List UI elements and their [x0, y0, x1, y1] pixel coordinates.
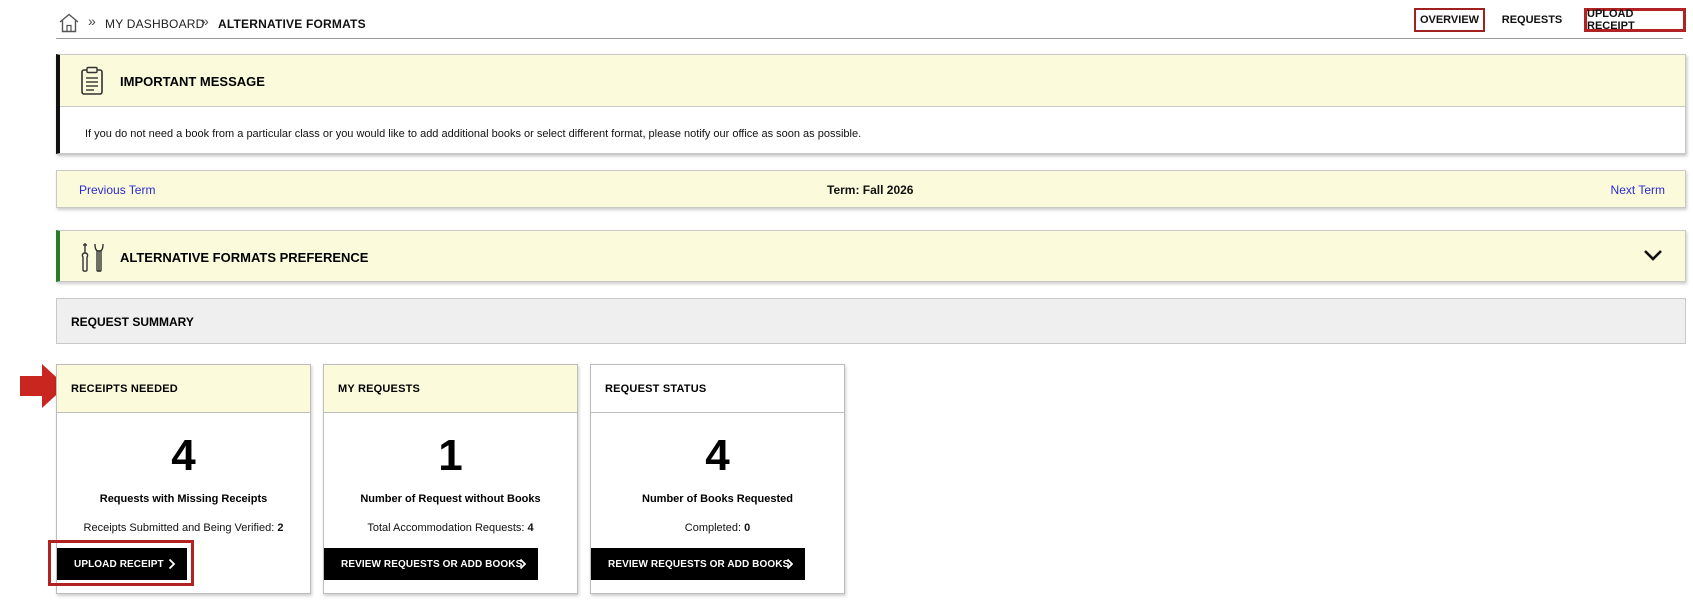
- nav-requests[interactable]: REQUESTS: [1502, 8, 1563, 32]
- card-count: 4: [171, 431, 196, 480]
- chevron-right-icon: [519, 558, 527, 570]
- upload-receipt-highlight: [48, 540, 194, 586]
- card-label: Requests with Missing Receipts: [99, 493, 268, 505]
- previous-term-link[interactable]: Previous Term: [79, 183, 155, 197]
- term-selector: Previous Term Term: Fall 2026 Next Term: [56, 170, 1686, 208]
- card-title: MY REQUESTS: [338, 383, 421, 395]
- nav-upload-receipt[interactable]: UPLOAD RECEIPT: [1584, 8, 1686, 32]
- card-sub-value: 2: [277, 522, 284, 534]
- review-requests-button[interactable]: REVIEW REQUESTS OR ADD BOOKS: [324, 548, 538, 580]
- breadcrumb-separator: »: [201, 13, 209, 29]
- alternative-formats-preference-panel[interactable]: ALTERNATIVE FORMATS PREFERENCE: [56, 230, 1686, 282]
- card-sub-label-text: Receipts Submitted and Being Verified:: [83, 522, 275, 534]
- card-sub-label: Total Accommodation Requests: 4: [324, 522, 577, 534]
- button-label: REVIEW REQUESTS OR ADD BOOKS: [608, 558, 790, 570]
- request-summary-title: REQUEST SUMMARY: [71, 315, 194, 329]
- review-requests-button[interactable]: REVIEW REQUESTS OR ADD BOOKS: [591, 548, 805, 580]
- card-sub-label: Completed: 0: [591, 522, 844, 534]
- card-label: Number of Books Requested: [642, 493, 793, 505]
- card-sub-value: 0: [744, 522, 751, 534]
- card-header: RECEIPTS NEEDED: [57, 365, 310, 413]
- request-summary-header: REQUEST SUMMARY: [56, 298, 1686, 344]
- next-term-link[interactable]: Next Term: [1611, 183, 1665, 197]
- clipboard-icon: [81, 66, 103, 95]
- card-sub-value: 4: [527, 522, 534, 534]
- chevron-down-icon[interactable]: [1643, 248, 1663, 262]
- home-icon[interactable]: [58, 13, 80, 33]
- nav-overview[interactable]: OVERVIEW: [1414, 8, 1485, 32]
- chevron-right-icon: [786, 558, 794, 570]
- preference-title: ALTERNATIVE FORMATS PREFERENCE: [120, 250, 369, 265]
- breadcrumb-my-dashboard[interactable]: MY DASHBOARD: [105, 17, 205, 31]
- card-sub-label-text: Completed:: [684, 522, 742, 534]
- card-label: Number of Request without Books: [360, 493, 541, 505]
- button-label: REVIEW REQUESTS OR ADD BOOKS: [341, 558, 523, 570]
- card-title: RECEIPTS NEEDED: [71, 383, 178, 395]
- important-message-panel: IMPORTANT MESSAGE If you do not need a b…: [56, 54, 1686, 154]
- card-sub-label-text: Total Accommodation Requests:: [367, 522, 525, 534]
- header-divider: [56, 38, 1683, 39]
- breadcrumb-separator: »: [88, 13, 96, 29]
- my-requests-card: MY REQUESTS 1 Number of Request without …: [323, 364, 578, 594]
- request-status-card: REQUEST STATUS 4 Number of Books Request…: [590, 364, 845, 594]
- important-message-text: If you do not need a book from a particu…: [85, 128, 862, 140]
- current-term-label: Term: Fall 2026: [827, 183, 914, 197]
- breadcrumb-current: ALTERNATIVE FORMATS: [218, 17, 366, 31]
- tools-icon: [81, 243, 104, 272]
- important-message-title: IMPORTANT MESSAGE: [120, 74, 265, 89]
- card-header: REQUEST STATUS: [591, 365, 844, 413]
- card-title: REQUEST STATUS: [605, 383, 707, 395]
- card-count: 1: [438, 431, 463, 480]
- card-count: 4: [705, 431, 730, 480]
- card-header: MY REQUESTS: [324, 365, 577, 413]
- important-message-header: IMPORTANT MESSAGE: [60, 55, 1685, 107]
- card-sub-label: Receipts Submitted and Being Verified: 2: [57, 522, 310, 534]
